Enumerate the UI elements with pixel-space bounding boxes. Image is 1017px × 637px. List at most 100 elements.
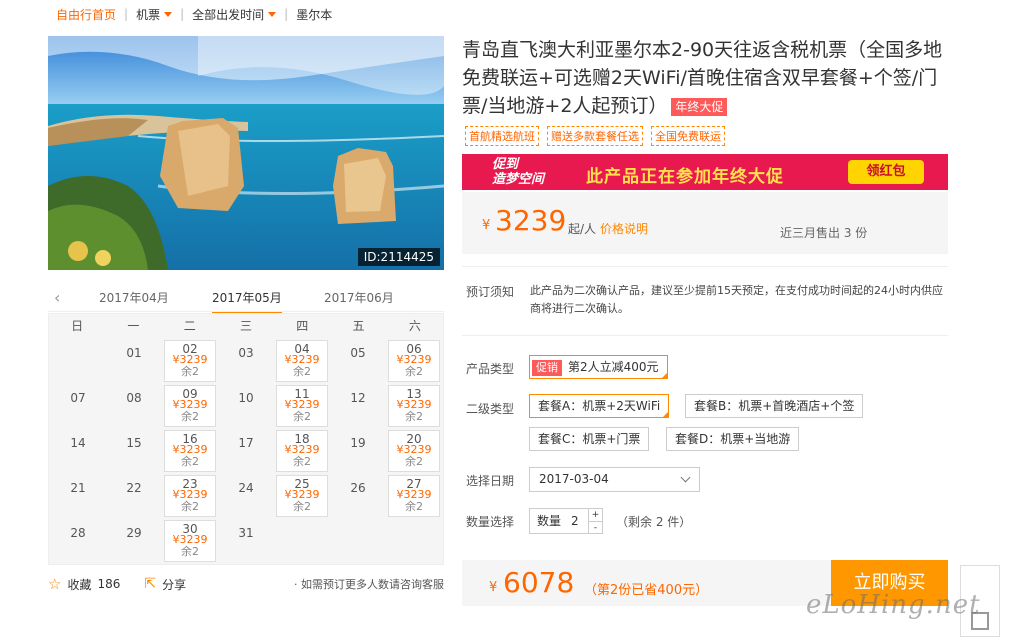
calendar-day-number: 22	[126, 481, 142, 495]
caret-down-icon	[164, 11, 173, 17]
calendar-day: 05	[330, 338, 386, 383]
calendar-day-available[interactable]: 04 ¥3239 余2	[274, 338, 330, 383]
product-type-option[interactable]: 促销 第2人立减400元	[529, 355, 668, 379]
weekday-label: 六	[408, 319, 421, 333]
calendar-day-grid: 01 02 ¥3239 余2 03 04 ¥3239 余2 05 06 ¥3239 余2 07 08 09 ¥…	[49, 338, 443, 563]
calendar-day-number: 03	[238, 346, 254, 360]
calendar-day-remaining: 余2	[405, 410, 423, 423]
calendar-day-remaining: 余2	[293, 365, 311, 378]
calendar-day-available[interactable]: 02 ¥3239 余2	[162, 338, 218, 383]
calendar-day: 08	[106, 383, 162, 428]
calendar-day: 01	[106, 338, 162, 383]
calendar-day-available[interactable]: 23 ¥3239 余2	[162, 473, 218, 518]
calendar-day: 17	[218, 428, 274, 473]
breadcrumb-departure-dropdown[interactable]: 全部出发时间	[192, 6, 277, 23]
weekday-label: 日	[71, 319, 84, 333]
promo-badge: 年终大促	[671, 97, 728, 116]
calendar-day-number: 07	[70, 391, 86, 405]
calendar-month-tab[interactable]: 2017年06月	[324, 289, 394, 306]
breadcrumb-separator: |	[284, 7, 289, 21]
calendar-day-remaining: 余2	[181, 365, 199, 378]
product-hero-image[interactable]: ID:2114425	[48, 36, 444, 270]
calendar-day-remaining: 余2	[293, 455, 311, 468]
calendar-day-remaining: 余2	[293, 500, 311, 513]
stock-remaining: （剩余 2 件）	[616, 515, 692, 529]
claim-red-packet-button[interactable]: 领红包	[848, 160, 924, 184]
promo-logo-line: 促到	[492, 157, 519, 172]
package-option-a[interactable]: 套餐A：机票+2天WiFi	[529, 394, 670, 418]
caret-down-icon	[268, 11, 277, 17]
breadcrumb-flights-dropdown[interactable]: 机票	[136, 6, 173, 23]
calendar-day-number: 10	[238, 391, 254, 405]
savings-note: （第2份已省400元）	[584, 583, 709, 598]
product-type-value: 第2人立减400元	[568, 360, 659, 374]
package-option-c[interactable]: 套餐C：机票+门票	[529, 427, 650, 451]
calendar-day: 21	[50, 473, 106, 518]
calendar-day-number: 28	[70, 526, 86, 540]
calendar-day: 12	[330, 383, 386, 428]
calendar-day-remaining: 余2	[405, 455, 423, 468]
calendar-day-available[interactable]: 27 ¥3239 余2	[386, 473, 442, 518]
calendar-day-available[interactable]: 06 ¥3239 余2	[386, 338, 442, 383]
calendar-month-tab-active[interactable]: 2017年05月	[212, 289, 282, 314]
calendar-day-available[interactable]: 25 ¥3239 余2	[274, 473, 330, 518]
package-option-d[interactable]: 套餐D：机票+当地游	[666, 427, 800, 451]
promo-logo: 促到 造梦空间	[492, 157, 544, 187]
star-icon[interactable]: ☆	[48, 575, 61, 593]
promo-tag: 促销	[532, 360, 562, 376]
promo-banner[interactable]: 促到 造梦空间 此产品正在参加年终大促 领红包	[462, 154, 948, 190]
sub-type-label: 二级类型	[466, 402, 515, 416]
calendar-day-remaining: 余2	[181, 500, 199, 513]
share-label[interactable]: 分享	[162, 576, 186, 593]
calendar-day-available[interactable]: 11 ¥3239 余2	[274, 383, 330, 428]
calendar-day-number: 01	[126, 346, 142, 360]
booking-notice-label: 预订须知	[466, 285, 515, 299]
calendar-day-number: 12	[350, 391, 366, 405]
calendar-day: 14	[50, 428, 106, 473]
calendar-day: 07	[50, 383, 106, 428]
calendar-day-number: 19	[350, 436, 366, 450]
price-unit: 起/人	[568, 222, 597, 236]
calendar-day-number: 05	[350, 346, 366, 360]
weekday-label: 四	[296, 319, 309, 333]
collect-label[interactable]: 收藏	[67, 576, 91, 593]
date-select[interactable]: 2017-03-04	[529, 467, 700, 492]
product-tags: 首航精选航班 赠送多款套餐任选 全国免费联运	[465, 126, 725, 146]
collect-count: 186	[97, 577, 121, 591]
calendar-day-number: 17	[238, 436, 254, 450]
calendar-day-available[interactable]: 16 ¥3239 余2	[162, 428, 218, 473]
coastline-photo	[48, 36, 444, 270]
product-type-label: 产品类型	[466, 362, 515, 376]
quantity-controls: + -	[588, 509, 602, 533]
chevron-left-icon[interactable]: ‹	[54, 288, 60, 307]
calendar-day: 22	[106, 473, 162, 518]
calendar-empty-cell	[50, 338, 106, 383]
calendar-day-available[interactable]: 20 ¥3239 余2	[386, 428, 442, 473]
calendar-day-available[interactable]: 18 ¥3239 余2	[274, 428, 330, 473]
price-explanation-link[interactable]: 价格说明	[600, 220, 648, 237]
breadcrumb-current: 墨尔本	[296, 7, 333, 22]
weekday-label: 二	[183, 319, 196, 333]
breadcrumb: 自由行首页 | 机票 | 全部出发时间 | 墨尔本	[56, 0, 332, 28]
calendar-day: 28	[50, 518, 106, 563]
share-icon[interactable]: ⇱	[144, 576, 156, 592]
increment-button[interactable]: +	[589, 509, 602, 522]
quantity-label: 数量选择	[466, 515, 515, 529]
decrement-button[interactable]: -	[589, 522, 602, 534]
chevron-down-icon	[680, 472, 691, 483]
quantity-stepper[interactable]: 数量 2 + -	[529, 508, 603, 534]
calendar-day-number: 21	[70, 481, 86, 495]
calendar-month-tab[interactable]: 2017年04月	[99, 289, 169, 306]
calendar-day-available[interactable]: 30 ¥3239 余2	[162, 518, 218, 563]
quantity-value[interactable]: 2	[571, 514, 579, 528]
currency-symbol: ¥	[482, 218, 491, 233]
weekday-label: 五	[352, 319, 365, 333]
date-select-value: 2017-03-04	[539, 472, 609, 486]
breadcrumb-home-link[interactable]: 自由行首页	[56, 6, 116, 23]
calendar-day-remaining: 余2	[293, 410, 311, 423]
calendar-day-available[interactable]: 13 ¥3239 余2	[386, 383, 442, 428]
package-option-b[interactable]: 套餐B：机票+首晚酒店+个签	[685, 394, 864, 418]
watermark: eLoHing.net	[806, 590, 981, 620]
calendar-day-available[interactable]: 09 ¥3239 余2	[162, 383, 218, 428]
date-select-label: 选择日期	[466, 474, 515, 488]
